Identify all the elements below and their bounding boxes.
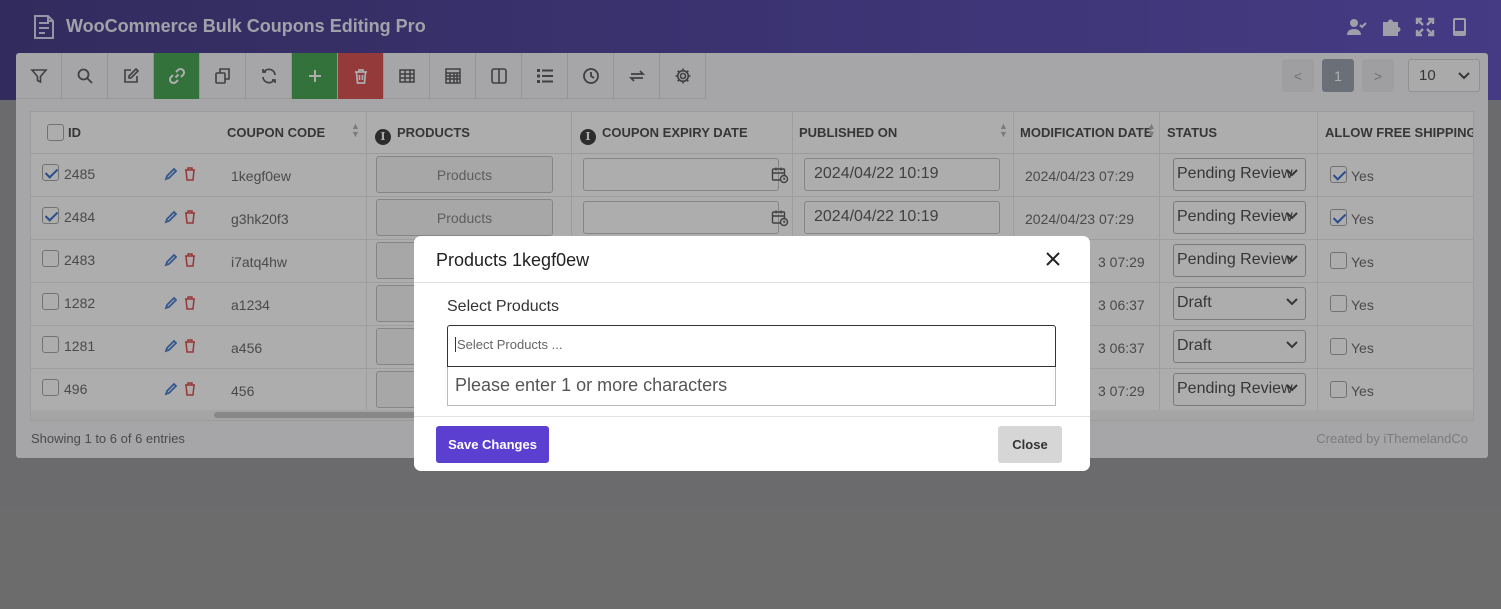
products-modal: Products 1kegf0ew Select Products Select… [414, 236, 1090, 471]
select-products-input[interactable]: Select Products ... [447, 325, 1056, 367]
select-dropdown-message: Please enter 1 or more characters [447, 367, 1056, 406]
save-changes-button[interactable]: Save Changes [436, 426, 549, 463]
close-button[interactable]: Close [998, 426, 1062, 463]
text-caret [455, 337, 456, 352]
divider [414, 282, 1090, 283]
modal-title: Products 1kegf0ew [436, 250, 590, 270]
close-icon[interactable] [1044, 250, 1062, 268]
divider [414, 416, 1090, 417]
select-products-placeholder: Select Products ... [457, 337, 563, 352]
select-products-label: Select Products [447, 298, 560, 315]
